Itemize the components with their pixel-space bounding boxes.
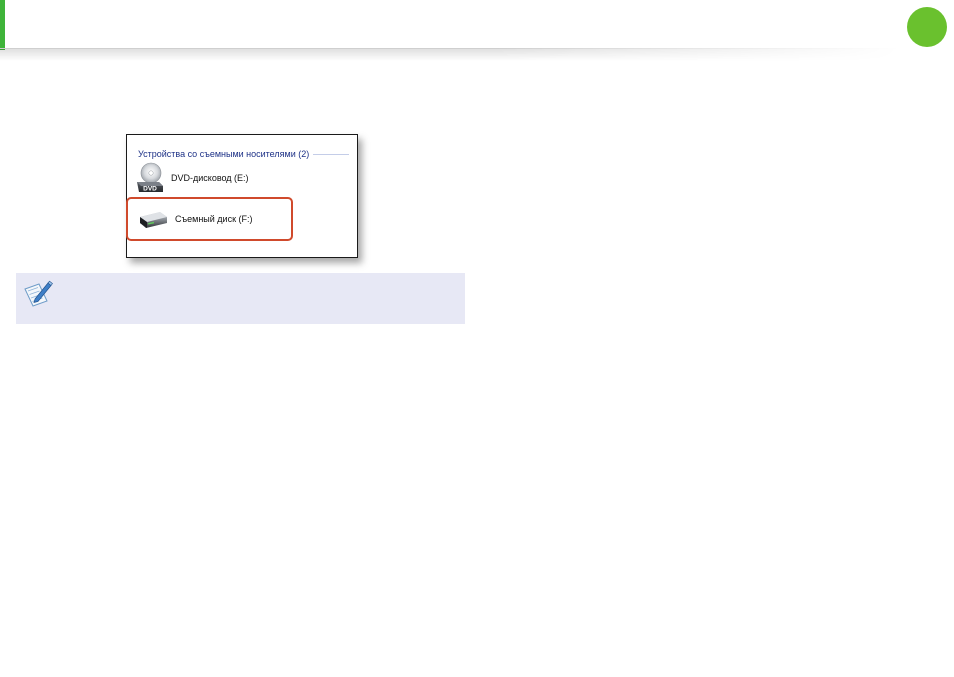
page-indicator-dot <box>907 7 947 47</box>
left-accent-bar <box>0 0 5 50</box>
note-pen-icon <box>24 280 53 307</box>
dvd-badge: DVD <box>143 186 157 193</box>
highlight-frame <box>126 197 293 241</box>
removable-devices-group: Устройства со съемными носителями (2) <box>138 147 349 161</box>
dvd-drive-label: DVD-дисковод (E:) <box>171 173 249 183</box>
drive-item-dvd[interactable]: DVD DVD-дисковод (E:) <box>135 161 249 195</box>
note-box <box>16 273 465 324</box>
explorer-screenshot: Устройства со съемными носителями (2) DV… <box>126 134 358 258</box>
group-divider <box>313 153 349 155</box>
dvd-drive-icon: DVD <box>137 162 163 193</box>
group-header: Устройства со съемными носителями (2) <box>138 149 310 159</box>
header-divider <box>0 48 900 61</box>
